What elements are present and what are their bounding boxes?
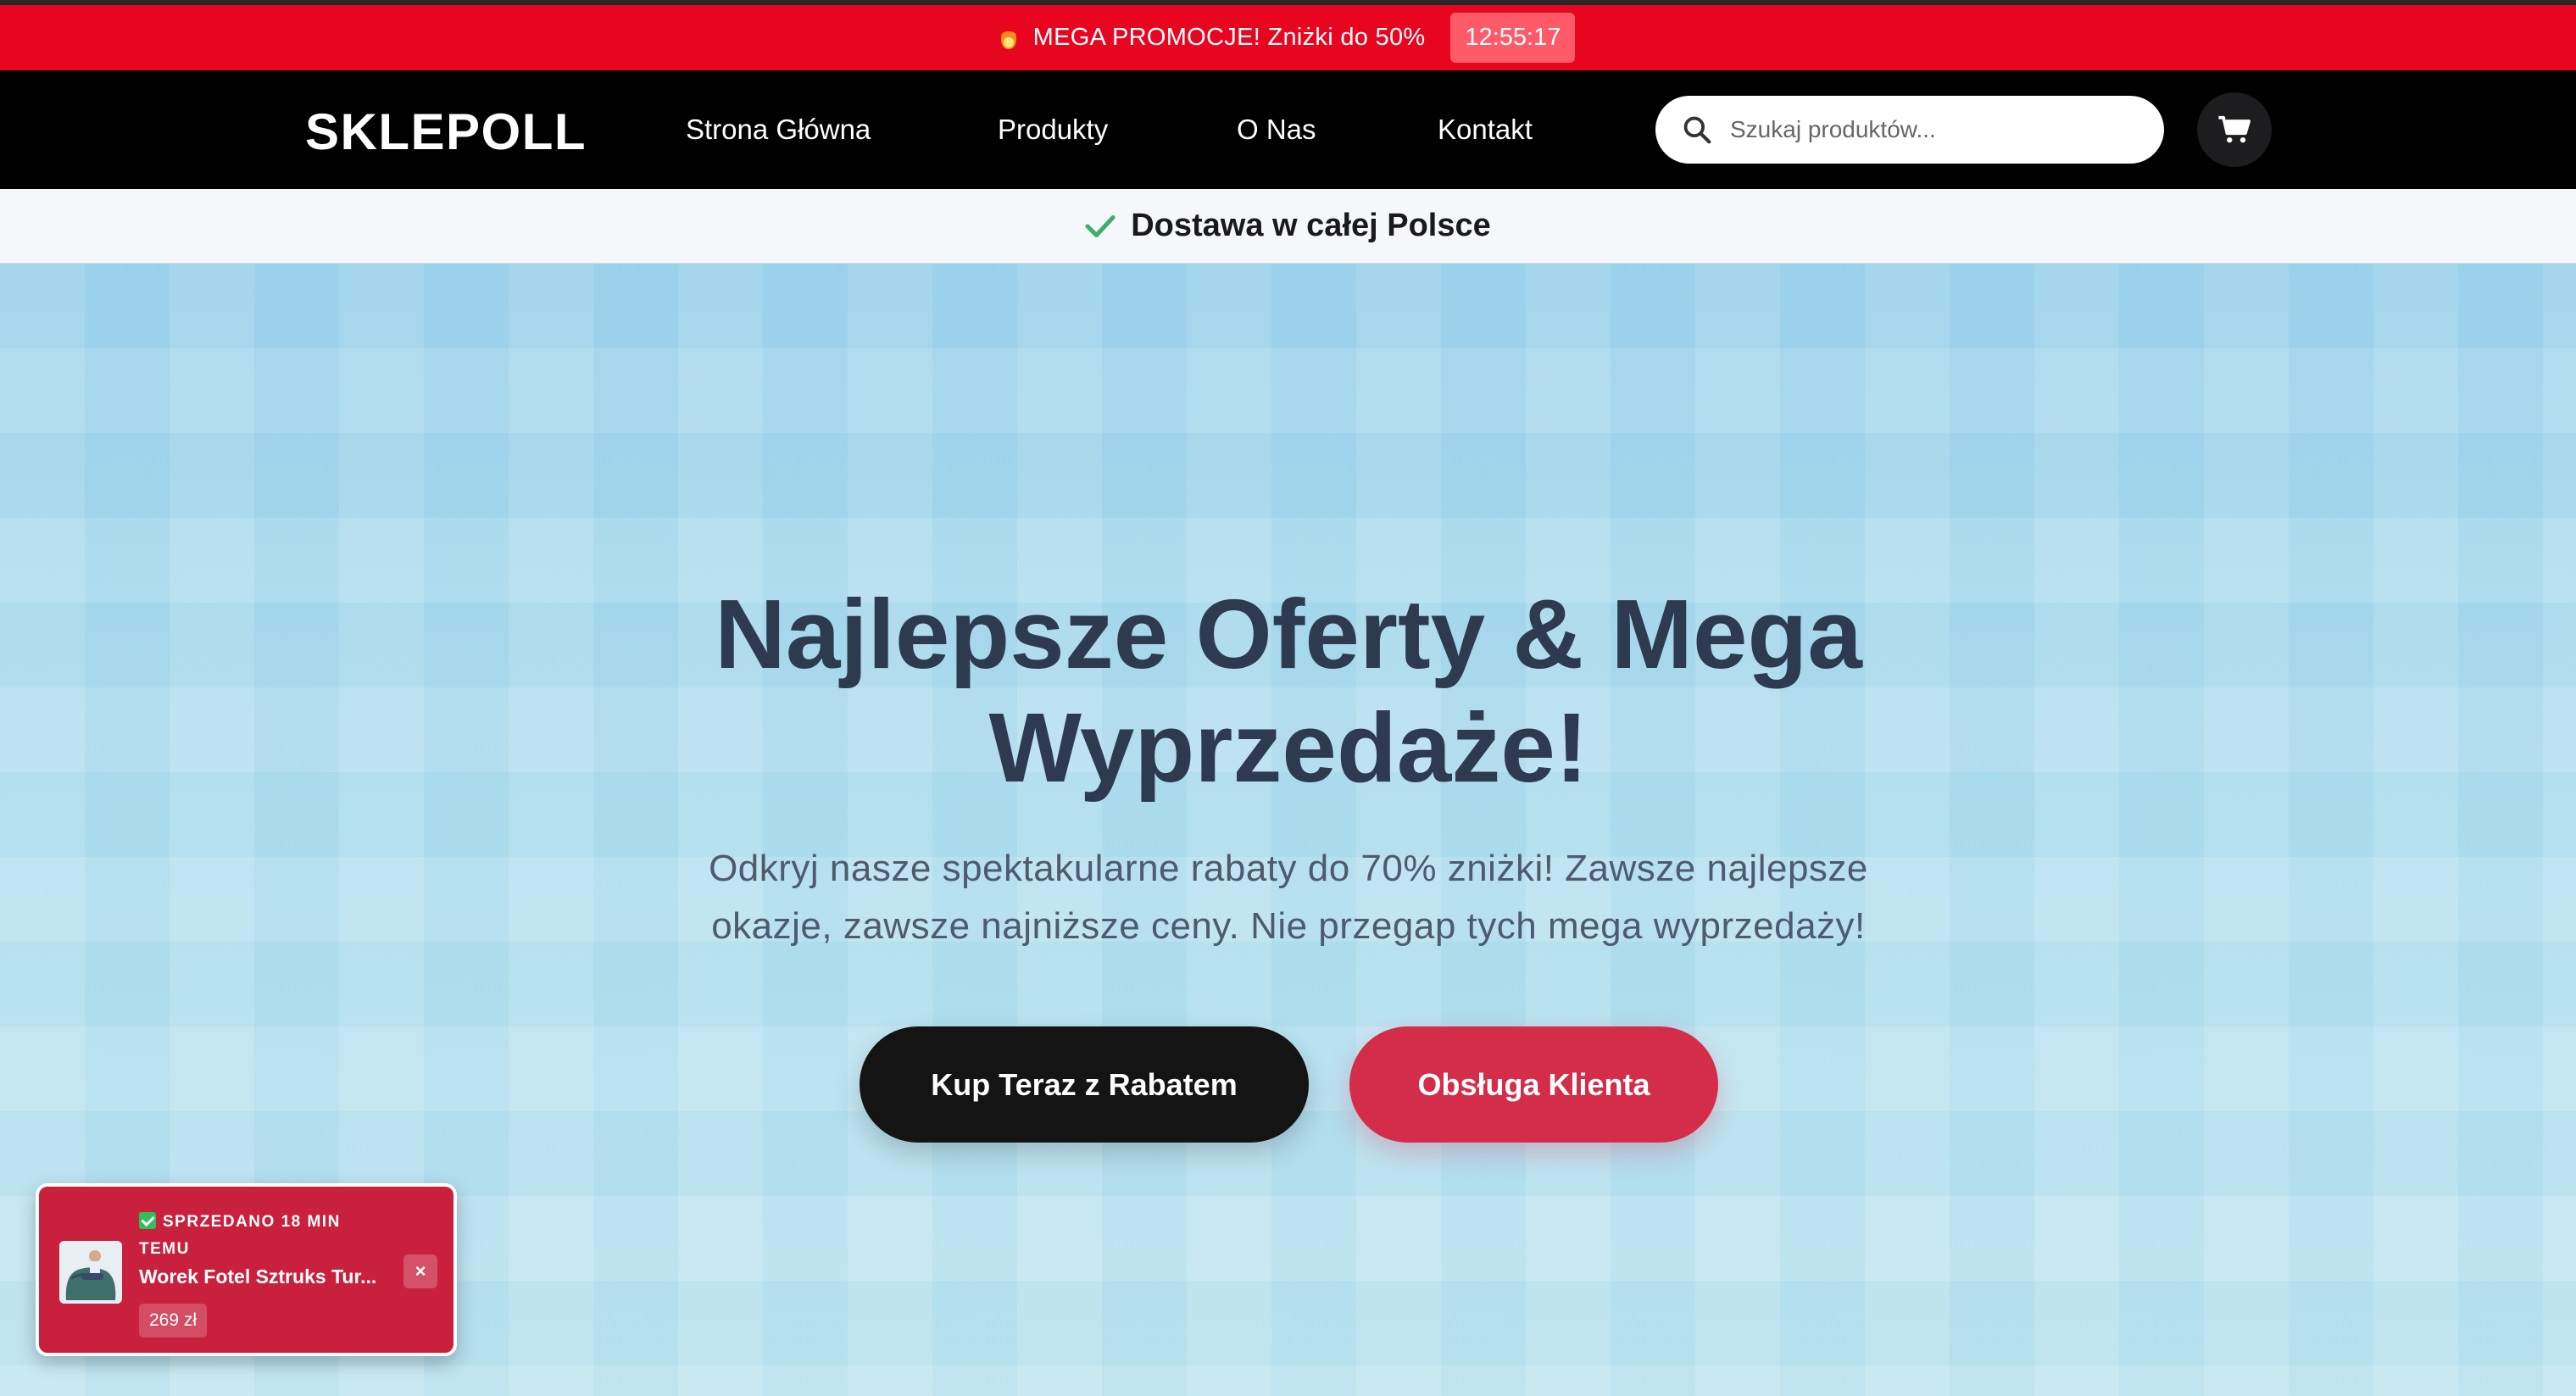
product-thumbnail xyxy=(59,1241,122,1304)
search-box[interactable] xyxy=(1655,96,2164,164)
toast-status: SPRZEDANO 18 MIN TEMU xyxy=(139,1209,393,1263)
site-logo[interactable]: SKLEPOLL xyxy=(305,103,587,161)
hero-subtitle-line-2: okazje, zawsze najniższe ceny. Nie przeg… xyxy=(711,905,1866,947)
toast-product-name: Worek Fotel Sztruks Tur... xyxy=(139,1265,377,1288)
delivery-text: Dostawa w całej Polsce xyxy=(1131,208,1491,243)
check-icon xyxy=(139,1212,156,1229)
delivery-banner: Dostawa w całej Polsce xyxy=(0,189,2576,264)
recent-sale-notification[interactable]: SPRZEDANO 18 MIN TEMU Worek Fotel Sztruk… xyxy=(36,1183,457,1356)
cart-icon xyxy=(2218,115,2251,143)
promo-text: MEGA PROMOCJE! Zniżki do 50% xyxy=(1032,24,1426,51)
check-icon xyxy=(1085,214,1116,237)
hero-title-line-1: Najlepsze Oferty & Mega xyxy=(715,579,1862,689)
nav-link-about[interactable]: O Nas xyxy=(1237,114,1316,146)
customer-service-button[interactable]: Obsługa Klienta xyxy=(1349,1026,1718,1143)
fire-icon xyxy=(1000,26,1016,49)
search-input[interactable] xyxy=(1730,116,2137,143)
hero-title: Najlepsze Oferty & Mega Wyprzedaże! xyxy=(610,577,1967,804)
nav-link-contact[interactable]: Kontakt xyxy=(1438,114,1533,146)
hero-subtitle-line-1: Odkryj nasze spektakularne rabaty do 70%… xyxy=(709,848,1868,889)
cart-button[interactable] xyxy=(2197,92,2272,167)
close-icon[interactable]: × xyxy=(403,1254,437,1288)
nav-link-home[interactable]: Strona Główna xyxy=(686,114,871,146)
search-icon xyxy=(1683,116,1711,144)
toast-status-text: SPRZEDANO 18 MIN TEMU xyxy=(139,1213,341,1258)
shop-now-button[interactable]: Kup Teraz z Rabatem xyxy=(860,1026,1309,1143)
promo-countdown-timer: 12:55:17 xyxy=(1450,13,1576,63)
promo-bar: MEGA PROMOCJE! Zniżki do 50% 12:55:17 xyxy=(0,0,2576,70)
product-image xyxy=(59,1241,122,1304)
site-header: SKLEPOLL Strona Główna Produkty O Nas Ko… xyxy=(0,70,2576,189)
hero-title-line-2: Wyprzedaże! xyxy=(988,692,1588,803)
nav-link-products[interactable]: Produkty xyxy=(998,114,1108,146)
hero-subtitle: Odkryj nasze spektakularne rabaty do 70%… xyxy=(661,840,1916,955)
toast-price: 269 zł xyxy=(139,1304,208,1338)
